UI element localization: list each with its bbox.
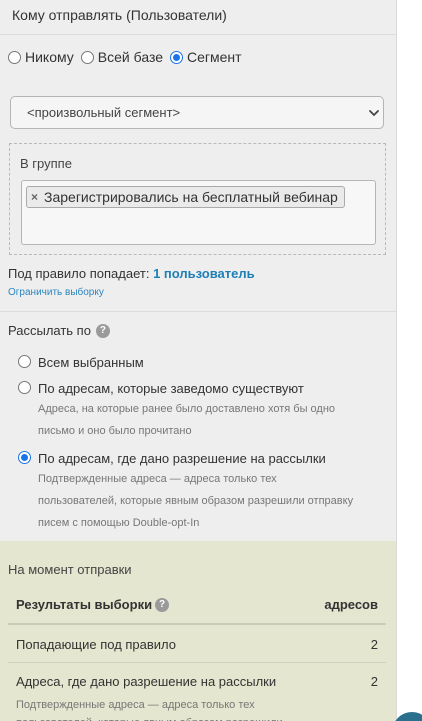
radio-label: Всей базе [97,49,163,65]
rule-count-value[interactable]: 1 пользователь [153,266,255,281]
rule-count-line: Под правило попадает: 1 пользователь [8,266,255,281]
radio-button[interactable] [18,381,31,394]
send-option-description: Подтвержденные адреса — адреса только те… [38,473,354,529]
row-count: 2 [370,637,378,652]
recipients-radio-group: Никому Всей базе Сегмент [8,49,249,65]
section-header: Кому отправлять (Пользователи) [0,0,396,35]
row-description: Подтвержденные адреса — адреса только те… [16,699,283,721]
rule-count-prefix: Под правило попадает: [8,266,154,281]
help-icon[interactable]: ? [155,597,170,612]
send-option-existing[interactable]: По адресам, которые заведомо существуют … [18,380,358,442]
radio-segment[interactable]: Сегмент [170,49,242,65]
table-row: Адреса, где дано разрешение на рассылки … [8,664,386,721]
send-option-label: По адресам, где дано разрешение на рассы… [38,451,326,466]
radio-button[interactable] [18,451,31,464]
segment-select[interactable]: <произвольный сегмент> [10,96,384,129]
radio-label: Сегмент [187,49,242,65]
section-title: Кому отправлять (Пользователи) [12,7,227,23]
segment-select-value: <произвольный сегмент> [27,105,181,120]
divider [0,311,396,312]
radio-button[interactable] [18,355,31,368]
group-label: В группе [20,156,72,171]
recipients-panel: Кому отправлять (Пользователи) Никому Вс… [0,0,397,721]
results-section: На момент отправки Результаты выборки ? … [0,541,396,721]
radio-button[interactable] [170,50,183,64]
group-tag: × Зарегистрировались на бесплатный вебин… [26,186,345,208]
chevron-down-icon [369,110,379,116]
results-title: На момент отправки [8,562,132,577]
group-condition: В группе × Зарегистрировались на бесплат… [9,143,386,255]
send-option-label: Всем выбранным [38,355,144,370]
radio-nobody[interactable]: Никому [8,49,74,65]
results-col-label-text: Результаты выборки [16,597,153,612]
remove-tag-icon[interactable]: × [31,190,38,204]
radio-whole-base[interactable]: Всей базе [80,49,163,65]
send-option-all[interactable]: Всем выбранным [18,354,144,372]
help-icon[interactable]: ? [95,323,110,338]
send-to-title: Рассылать по [8,323,91,338]
row-label: Попадающие под правило [16,637,177,652]
radio-label: Никому [25,49,74,65]
results-col-count: адресов [324,597,378,612]
results-table-header: Результаты выборки ? адресов [8,593,386,625]
group-tag-label: Зарегистрировались на бесплатный вебинар [44,189,338,205]
send-option-description: Адреса, на которые ранее было доставлено… [38,403,336,437]
send-option-consented[interactable]: По адресам, где дано разрешение на рассы… [18,450,358,534]
table-row: Попадающие под правило 2 [8,627,386,663]
radio-button[interactable] [80,50,94,64]
results-col-label: Результаты выборки ? [16,597,170,612]
radio-button[interactable] [8,50,21,64]
row-count: 2 [370,674,378,689]
row-label: Адреса, где дано разрешение на рассылки [16,674,277,689]
send-to-label: Рассылать по ? [8,323,110,338]
send-option-label: По адресам, которые заведомо существуют [38,381,304,396]
limit-selection-link[interactable]: Ограничить выборку [8,287,104,298]
group-tag-input[interactable]: × Зарегистрировались на бесплатный вебин… [21,180,376,245]
